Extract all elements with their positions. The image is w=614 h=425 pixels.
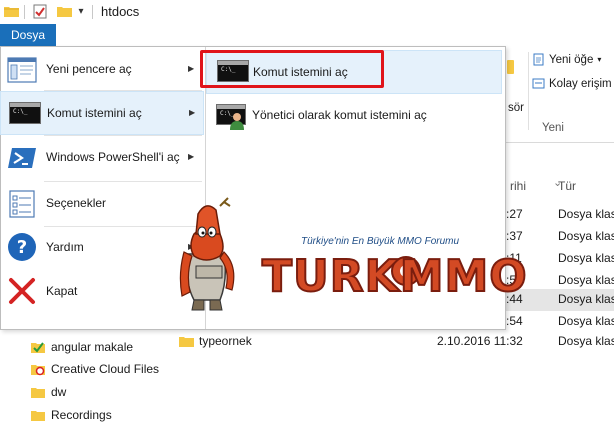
new-folder-icon[interactable] [57, 5, 72, 17]
column-header-date[interactable]: rihi [510, 179, 526, 193]
highlight-callout [200, 50, 384, 88]
file-name: typeornek [199, 334, 252, 348]
creative-cloud-icon [31, 365, 45, 376]
item-type: Dosya klas [558, 273, 614, 287]
submenu-item-admin-command-prompt[interactable]: C:\_ Yönetici olarak komut istemini aç [206, 94, 502, 138]
item-time: :54 [506, 314, 523, 328]
new-item-label: Yeni öğe [549, 53, 594, 66]
item-time: :37 [506, 229, 523, 243]
nav-item-recordings[interactable]: Recordings [31, 405, 112, 425]
menu-item-label: Yardım [46, 240, 84, 254]
nav-item-dw[interactable]: dw [31, 382, 66, 402]
menu-item-label: Komut istemini aç [47, 106, 142, 120]
options-icon [9, 190, 35, 218]
close-icon [9, 278, 35, 304]
folder-icon [179, 337, 194, 347]
easy-access-icon [532, 78, 545, 89]
nav-item-label: angular makale [51, 340, 134, 354]
admin-shield-icon [230, 113, 244, 130]
chevron-down-icon: ▾ [597, 55, 602, 64]
new-item-button[interactable]: Yeni öğe ▾ [532, 53, 601, 66]
title-bar: ▾ htdocs [0, 0, 614, 24]
file-type: Dosya klas [558, 334, 614, 348]
submenu-item-label: Yönetici olarak komut istemini aç [252, 108, 427, 122]
ribbon-tab-strip [56, 24, 614, 46]
quick-access-dropdown[interactable]: ▾ [75, 4, 87, 20]
mascot-character [179, 197, 235, 311]
menu-item-options[interactable]: Seçenekler [0, 182, 204, 226]
new-window-icon [7, 57, 37, 83]
item-type: Dosya klas [558, 251, 614, 265]
list-item[interactable]: :54 Dosya klas [506, 311, 614, 333]
menu-item-new-window[interactable]: Yeni pencere aç ▶ [0, 48, 204, 92]
item-time: :27 [506, 207, 523, 221]
powershell-icon [8, 148, 36, 168]
folder-icon [31, 411, 45, 421]
list-item[interactable]: :27 Dosya klas [506, 204, 614, 226]
new-item-icon [533, 53, 544, 66]
menu-item-close[interactable]: Kapat [0, 270, 204, 312]
toolbar-separator [24, 5, 25, 19]
easy-access-label: Kolay erişim [549, 77, 612, 90]
menu-item-label: Yeni pencere aç [46, 62, 132, 76]
column-header-type[interactable]: Tür [558, 179, 576, 193]
chevron-right-icon: ▶ [188, 64, 195, 73]
menu-item-label: Windows PowerShell'i aç [46, 150, 180, 164]
chevron-right-icon: ▶ [188, 152, 195, 161]
watermark-brand: TURKMMO [261, 250, 528, 303]
ribbon-fragment-label: sör [508, 102, 524, 114]
list-item[interactable]: :37 Dosya klas [506, 226, 614, 248]
menu-item-label: Seçenekler [46, 196, 107, 210]
menu-item-label: Kapat [46, 284, 78, 298]
nav-item-label: Creative Cloud Files [51, 362, 160, 376]
folder-icon [507, 60, 514, 74]
command-prompt-icon: C:\_ [9, 102, 41, 124]
list-header: rihi ⌄ Tür [506, 176, 614, 196]
easy-access-button[interactable]: Kolay erişim [532, 77, 612, 90]
properties-icon[interactable] [33, 4, 47, 19]
window-title: htdocs [101, 4, 140, 19]
nav-item-creative-cloud[interactable]: Creative Cloud Files [31, 359, 159, 379]
green-check-icon [31, 342, 45, 353]
help-icon: ? [8, 233, 36, 261]
item-type: Dosya klas [558, 314, 614, 328]
folder-icon [31, 388, 45, 398]
nav-item-label: Recordings [51, 408, 112, 422]
ribbon-separator [528, 52, 529, 130]
svg-text:?: ? [17, 237, 27, 258]
item-type: Dosya klas [558, 207, 614, 221]
folder-icon[interactable] [4, 5, 19, 17]
watermark-tagline: Türkiye'nin En Büyük MMO Forumu [301, 236, 460, 247]
nav-item-angular-makale[interactable]: angular makale [31, 337, 133, 357]
item-type: Dosya klas [558, 229, 614, 243]
nav-item-label: dw [51, 385, 67, 399]
menu-item-powershell[interactable]: Windows PowerShell'i aç ▶ [0, 136, 204, 180]
chevron-right-icon: ▶ [189, 108, 196, 117]
ribbon-group-label: Yeni [542, 122, 564, 134]
file-date: 2.10.2016 11:32 [437, 334, 523, 348]
item-type: Dosya klas [558, 292, 614, 306]
menu-item-help[interactable]: ? Yardım ▶ [0, 227, 204, 267]
menu-item-command-prompt[interactable]: C:\_ Komut istemini aç ▶ [0, 91, 204, 135]
file-tab[interactable]: Dosya [0, 24, 56, 46]
toolbar-separator [92, 5, 93, 19]
